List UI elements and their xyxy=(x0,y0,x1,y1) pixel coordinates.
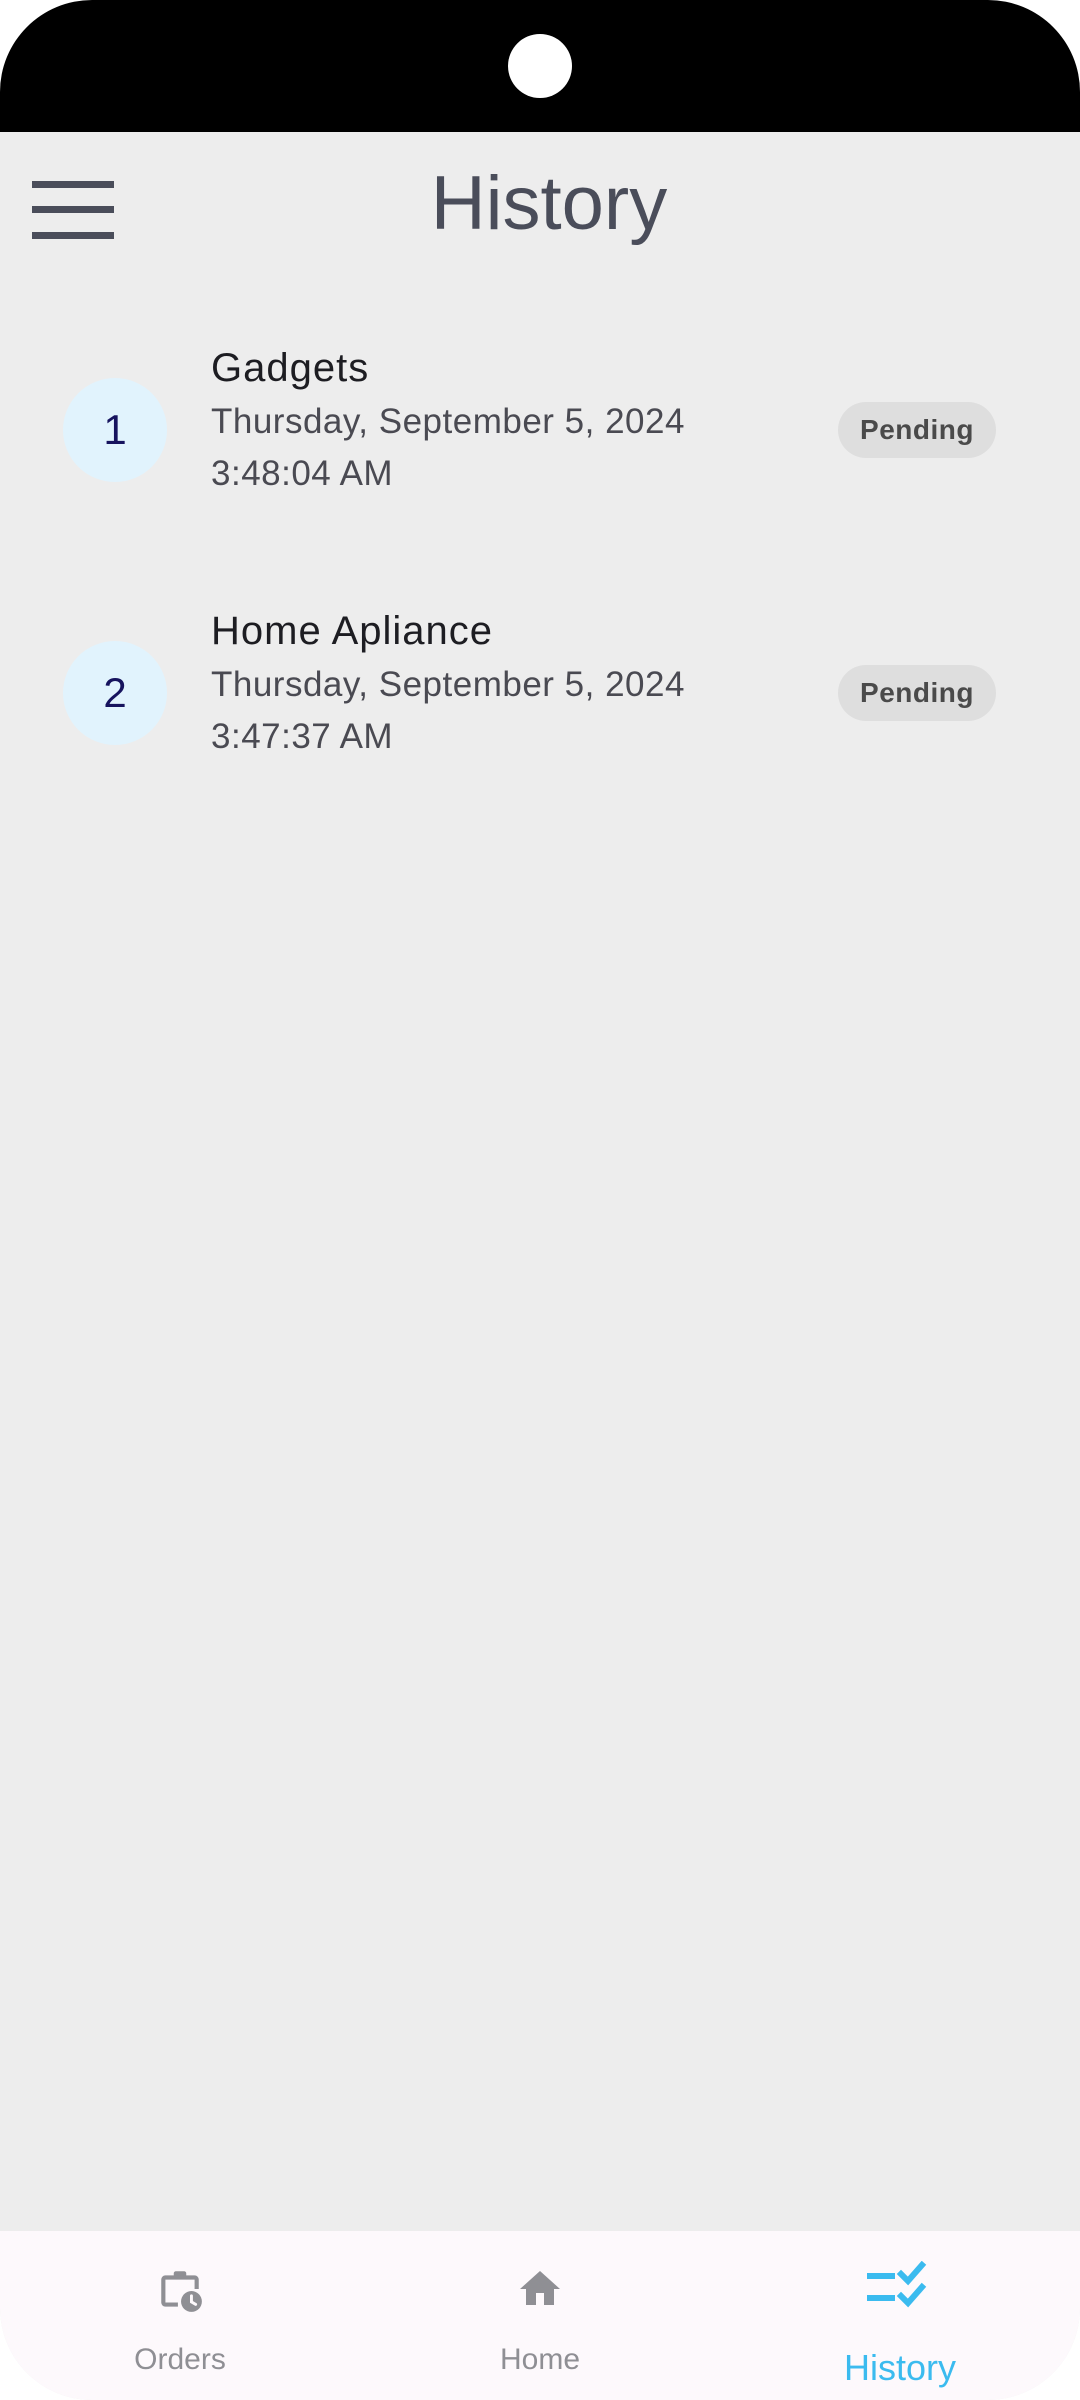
nav-label: Home xyxy=(499,2343,581,2376)
item-date: Thursday, September 5, 2024 xyxy=(211,665,685,704)
history-list-item[interactable]: 2 Home Apliance Thursday, September 5, 2… xyxy=(0,603,1080,803)
nav-item-orders[interactable]: Orders xyxy=(60,2231,300,2400)
nav-item-home[interactable]: Home xyxy=(420,2231,660,2400)
history-list-item[interactable]: 1 Gadgets Thursday, September 5, 2024 3:… xyxy=(0,340,1080,540)
phone-screen: History 1 Gadgets Thursday, September 5,… xyxy=(0,0,1080,2400)
item-text: Home Apliance Thursday, September 5, 202… xyxy=(211,603,685,763)
briefcase-clock-icon xyxy=(161,2271,202,2312)
status-badge: Pending xyxy=(838,665,996,721)
camera-cutout xyxy=(508,34,572,98)
item-time: 3:47:37 AM xyxy=(211,717,394,756)
page-title: History xyxy=(430,161,668,246)
home-icon xyxy=(520,2271,560,2305)
item-date: Thursday, September 5, 2024 xyxy=(211,402,685,441)
checklist-icon xyxy=(867,2261,927,2308)
item-index-avatar: 2 xyxy=(63,641,167,745)
item-time: 3:48:04 AM xyxy=(211,454,394,493)
app-bar: History xyxy=(0,132,1080,282)
nav-label: Orders xyxy=(134,2343,226,2376)
status-badge: Pending xyxy=(838,402,996,458)
item-text: Gadgets Thursday, September 5, 2024 3:48… xyxy=(211,340,685,500)
status-bar xyxy=(0,0,1080,132)
bottom-navigation-bar: Orders Home History xyxy=(0,2231,1080,2400)
item-title: Gadgets xyxy=(211,346,370,390)
item-title: Home Apliance xyxy=(211,609,494,653)
item-index-avatar: 1 xyxy=(63,378,167,482)
nav-item-history[interactable]: History xyxy=(780,2231,1020,2400)
nav-label: History xyxy=(843,2347,956,2388)
